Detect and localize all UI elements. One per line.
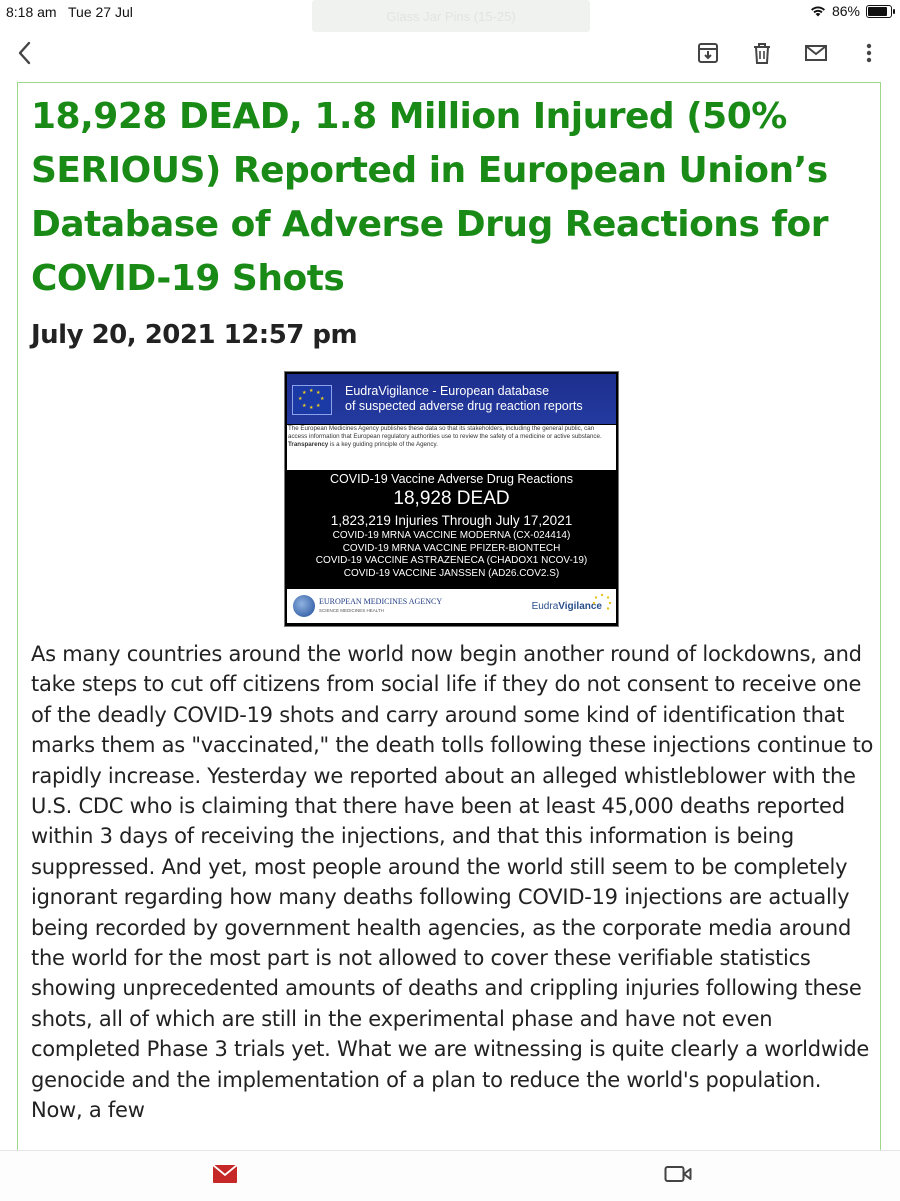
image-header-line1: EudraVigilance - European database: [345, 384, 550, 398]
status-time: 8:18 am Tue 27 Jul: [6, 4, 133, 20]
article-body: As many countries around the world now b…: [31, 642, 874, 1123]
image-line1: COVID-19 Vaccine Adverse Drug Reactions: [330, 472, 573, 486]
mail-toolbar: [0, 26, 900, 82]
clock-time: 8:18 am: [6, 4, 57, 20]
wifi-icon: [810, 6, 825, 17]
status-indicators: 86%: [810, 3, 895, 19]
status-bar: 8:18 am Tue 27 Jul Glass Jar Pins (15-25…: [0, 0, 900, 32]
battery-percent: 86%: [831, 3, 860, 19]
vaccine-item: COVID-19 MRNA VACCINE PFIZER-BIONTECH: [342, 542, 561, 554]
ema-logo-icon: [293, 595, 315, 617]
image-notice: The European Medicines Agency publishes …: [287, 425, 616, 470]
mail-icon[interactable]: [803, 40, 829, 66]
mail-icon[interactable]: [212, 1164, 238, 1184]
vaccine-item: COVID-19 VACCINE JANSSEN (AD26.COV2.S): [343, 567, 560, 579]
image-vaccine-list: COVID-19 MRNA VACCINE MODERNA (CX-024414…: [285, 530, 618, 580]
article-headline: 18,928 DEAD, 1.8 Million Injured (50% SE…: [31, 96, 829, 299]
ev-text-a: Eudra: [531, 601, 559, 612]
bottom-bar: [0, 1150, 900, 1201]
battery-icon: [866, 4, 895, 18]
eudravigilance-image: ★ ★ ★ ★ ★ ★ ★ ★ EudraVigilance - European da…: [284, 371, 619, 627]
image-header-text: EudraVigilance - European database of su…: [345, 384, 583, 414]
archive-icon[interactable]: [695, 40, 721, 66]
image-injuries: 1,823,219 Injuries Through July 17,2021: [330, 513, 573, 528]
message-body[interactable]: 18,928 DEAD, 1.8 Million Injured (50% SE…: [17, 82, 881, 1162]
back-icon[interactable]: [12, 38, 38, 68]
notice-bold: Transparency: [288, 441, 329, 448]
eu-flag-icon: ★ ★ ★ ★ ★ ★ ★ ★: [292, 385, 332, 415]
image-header-line2: of suspected adverse drug reaction repor…: [345, 399, 583, 413]
image-footer: EUROPEAN MEDICINES AGENCY SCIENCE MEDICI…: [287, 589, 616, 623]
video-icon[interactable]: [664, 1164, 692, 1184]
ema-name: EUROPEAN MEDICINES AGENCY: [319, 597, 443, 606]
trash-icon[interactable]: [749, 40, 775, 66]
image-header: ★ ★ ★ ★ ★ ★ ★ ★ EudraVigilance - European da…: [287, 374, 616, 424]
notice-text: The European Medicines Agency publishes …: [288, 425, 602, 440]
notice-tail: is a key guiding principle of the Agency…: [329, 441, 438, 448]
vaccine-item: COVID-19 MRNA VACCINE MODERNA (CX-024414…: [332, 530, 571, 541]
article-date: July 20, 2021 12:57 pm: [31, 320, 358, 350]
ema-tagline: SCIENCE MEDICINES HEALTH: [319, 608, 384, 613]
star-ring-icon: [592, 593, 612, 610]
image-dead-count: 18,928 DEAD: [393, 488, 510, 509]
vaccine-item: COVID-19 VACCINE ASTRAZENECA (CHADOX1 NC…: [315, 555, 588, 566]
clock-date: Tue 27 Jul: [68, 4, 133, 20]
more-icon[interactable]: [856, 40, 882, 66]
